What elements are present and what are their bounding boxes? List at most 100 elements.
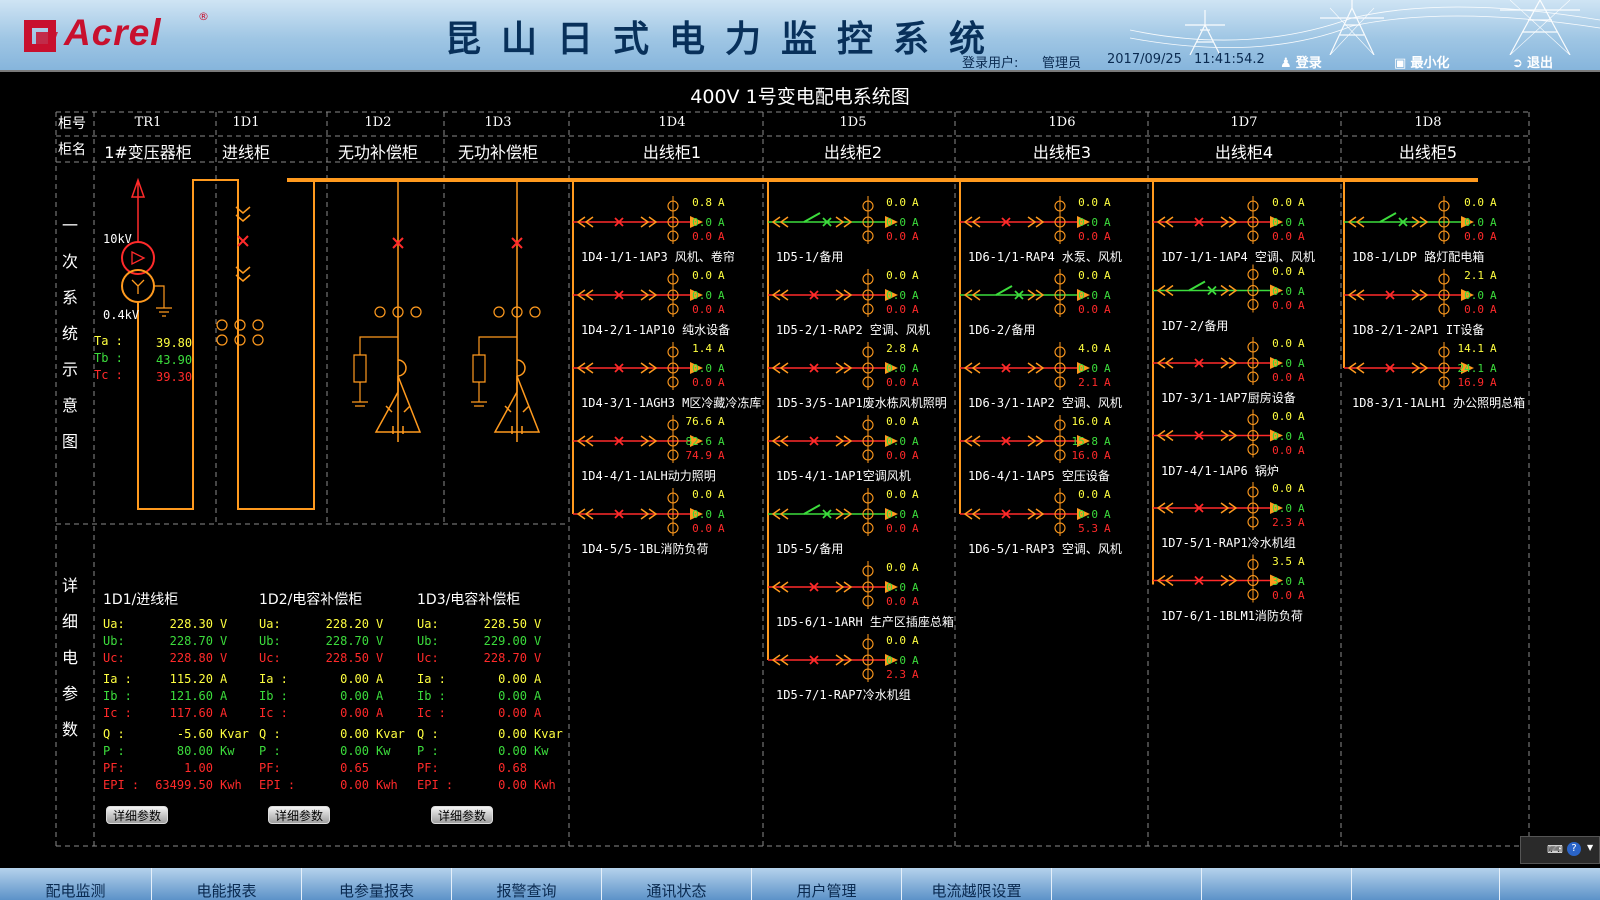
feeder-current-ia: 0.0 bbox=[886, 415, 906, 428]
detail-unit: Kw bbox=[376, 744, 391, 758]
feeder-current-unit: A bbox=[1298, 196, 1305, 209]
feeder-current-unit: A bbox=[1298, 482, 1305, 495]
login-button[interactable]: ♟ 登录 bbox=[1280, 52, 1322, 70]
help-icon[interactable]: ? bbox=[1567, 842, 1581, 856]
detail-panel-title: 1D1/进线柜 bbox=[103, 592, 179, 608]
detail-unit: A bbox=[534, 706, 542, 720]
feeder-name: 1D6-4/1-1AP5 空压设备 bbox=[968, 469, 1110, 483]
detail-value-pf: 1.00 bbox=[184, 761, 213, 775]
cabinet-number: 1D3 bbox=[484, 115, 512, 130]
detail-label: Ia : bbox=[417, 672, 446, 686]
detail-value-ub: 228.70 bbox=[325, 634, 369, 648]
exit-icon: ➲ bbox=[1512, 56, 1523, 70]
temperature-value: 39.80 bbox=[156, 336, 193, 350]
nav-tab-7[interactable] bbox=[1052, 868, 1202, 900]
exit-button[interactable]: ➲ 退出 bbox=[1512, 52, 1553, 70]
detail-unit: Kvar bbox=[376, 727, 405, 741]
feeder-current-ib: 15.8 bbox=[1071, 435, 1099, 448]
detail-label: Q : bbox=[417, 727, 439, 741]
feeder-current-unit: A bbox=[1490, 303, 1497, 316]
detail-label: Ia : bbox=[103, 672, 132, 686]
detail-unit: A bbox=[534, 672, 542, 686]
detail-label: Uc: bbox=[417, 651, 439, 665]
temperature-label: Ta : bbox=[94, 334, 123, 348]
detail-value-q: 0.00 bbox=[498, 727, 527, 741]
detail-value-epi: 63499.50 bbox=[155, 778, 213, 792]
feeder-current-unit: A bbox=[718, 216, 725, 229]
feeder-current-ia: 16.0 bbox=[1071, 415, 1099, 428]
feeder-name: 1D8-1/LDP 路灯配电箱 bbox=[1352, 250, 1485, 264]
section-label-primary: 示 bbox=[62, 360, 79, 379]
detail-params-button[interactable]: 详细参数 bbox=[106, 806, 168, 824]
section-label-primary: 一 bbox=[62, 216, 79, 235]
nav-tab-8[interactable] bbox=[1202, 868, 1352, 900]
cabinet-name-header: 柜名 bbox=[58, 142, 86, 158]
detail-value-ub: 229.00 bbox=[483, 634, 527, 648]
nav-tab-6[interactable]: 电流越限设置 bbox=[902, 868, 1052, 900]
feeder-current-ib: 0.0 bbox=[886, 289, 906, 302]
cabinet-name: 1#变压器柜 bbox=[104, 143, 192, 162]
feeder-current-ib: 0.0 bbox=[1272, 284, 1292, 298]
detail-unit: V bbox=[534, 651, 542, 665]
detail-label: PF: bbox=[103, 761, 125, 775]
feeder-current-unit: A bbox=[912, 654, 919, 667]
feeder-name: 1D4-3/1-1AGH3 M区冷藏冷冻库 bbox=[581, 396, 762, 410]
feeder-name: 1D6-2/备用 bbox=[968, 323, 1036, 337]
detail-params-button[interactable]: 详细参数 bbox=[431, 806, 493, 824]
detail-params-button[interactable]: 详细参数 bbox=[268, 806, 330, 824]
detail-label: Ic : bbox=[259, 706, 288, 720]
feeder-current-ib: 0.0 bbox=[1272, 502, 1292, 515]
feeder-current-ib: 0.0 bbox=[1272, 357, 1292, 370]
detail-label: Ib : bbox=[103, 689, 132, 703]
feeder-current-unit: A bbox=[718, 289, 725, 302]
cabinet-name: 出线柜5 bbox=[1398, 143, 1458, 162]
nav-tab-0[interactable]: 配电监测 bbox=[0, 868, 152, 900]
feeder-current-unit: A bbox=[1298, 574, 1305, 588]
detail-unit: V bbox=[376, 634, 384, 648]
detail-unit: A bbox=[376, 672, 384, 686]
feeder-current-unit: A bbox=[912, 449, 919, 462]
feeder-current-ib: 0.0 bbox=[1078, 216, 1098, 229]
feeder-current-unit: A bbox=[1490, 362, 1497, 375]
feeder-current-unit: A bbox=[1490, 376, 1497, 389]
detail-panel-title: 1D3/电容补偿柜 bbox=[417, 592, 521, 608]
feeder-current-unit: A bbox=[1298, 216, 1305, 229]
feeder-current-ib: 0.0 bbox=[1272, 429, 1292, 443]
feeder-current-ia: 0.0 bbox=[886, 196, 906, 209]
detail-label: EPI : bbox=[103, 778, 140, 792]
nav-tab-4[interactable]: 通讯状态 bbox=[602, 868, 752, 900]
feeder-current-unit: A bbox=[718, 269, 725, 282]
feeder-current-unit: A bbox=[1490, 230, 1497, 243]
detail-label: Ic : bbox=[417, 706, 446, 720]
feeder-current-ib: 0.0 bbox=[1078, 508, 1098, 521]
nav-tab-5[interactable]: 用户管理 bbox=[752, 868, 902, 900]
minimize-button[interactable]: ▣ 最小化 bbox=[1394, 52, 1449, 70]
feeder-current-unit: A bbox=[1298, 429, 1305, 443]
detail-label: Ub: bbox=[417, 634, 439, 648]
feeder-name: 1D7-1/1-1AP4 空调、风机 bbox=[1161, 250, 1315, 264]
feeder-current-unit: A bbox=[912, 508, 919, 521]
bottom-nav-bar: 配电监测 电能报表 电参量报表 报警查询 通讯状态 用户管理 电流越限设置 bbox=[0, 868, 1600, 900]
feeder-current-unit: A bbox=[912, 269, 919, 282]
detail-label: Ib : bbox=[417, 689, 446, 703]
detail-value-ia: 0.00 bbox=[340, 672, 369, 686]
nav-tab-1[interactable]: 电能报表 bbox=[152, 868, 302, 900]
nav-tab-2[interactable]: 电参量报表 bbox=[302, 868, 452, 900]
feeder-name: 1D5-1/备用 bbox=[776, 250, 844, 264]
feeder-current-unit: A bbox=[912, 230, 919, 243]
cabinet-number: 1D1 bbox=[232, 115, 260, 130]
keyboard-icon[interactable]: ⌨ bbox=[1547, 843, 1563, 856]
feeder-name: 1D7-3/1-1AP7厨房设备 bbox=[1161, 391, 1296, 405]
dropdown-icon[interactable]: ▼ bbox=[1587, 843, 1593, 852]
feeder-current-unit: A bbox=[912, 303, 919, 316]
input-method-widget[interactable]: ⌨ ? ▼ bbox=[1520, 836, 1600, 864]
feeder-current-ic: 0.0 bbox=[1464, 230, 1484, 243]
nav-tab-3[interactable]: 报警查询 bbox=[452, 868, 602, 900]
feeder-current-unit: A bbox=[718, 522, 725, 535]
feeder-current-ic: 0.0 bbox=[1078, 230, 1098, 243]
detail-value-pf: 0.65 bbox=[340, 761, 369, 775]
feeder-current-unit: A bbox=[1490, 342, 1497, 355]
user-name: 管理员 bbox=[1042, 56, 1082, 70]
nav-tab-9[interactable] bbox=[1352, 868, 1500, 900]
feeder-current-ic: 2.1 bbox=[1078, 376, 1098, 389]
